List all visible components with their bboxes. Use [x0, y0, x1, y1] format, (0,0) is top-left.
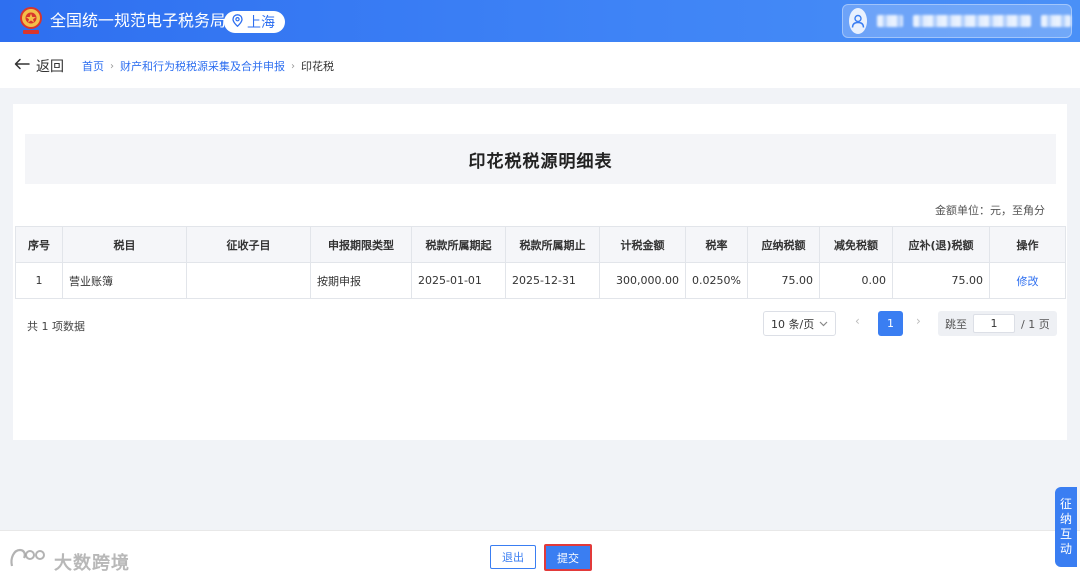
watermark-logo-icon	[8, 546, 48, 577]
jump-label: 跳至	[945, 317, 967, 331]
location-selector[interactable]: 上海	[224, 11, 285, 33]
amount-unit-note: 金额单位：元，至角分	[935, 204, 1045, 217]
column-header: 税款所属期止	[505, 226, 600, 263]
interaction-side-tab[interactable]: 征 纳 互 动	[1055, 487, 1077, 567]
breadcrumb-declaration[interactable]: 财产和行为税税源采集及合并申报	[120, 58, 285, 74]
cell-period-start: 2025-01-01	[411, 262, 506, 299]
footer-bar	[0, 530, 1080, 580]
jump-page-input[interactable]: 1	[973, 314, 1015, 333]
side-tab-char: 征	[1059, 497, 1072, 511]
chevron-right-icon: ›	[291, 60, 295, 72]
side-tab-char: 纳	[1059, 512, 1072, 526]
column-header: 税款所属期起	[411, 226, 506, 263]
cell-taxable-amount: 300,000.00	[599, 262, 686, 299]
cell-tax-rate: 0.0250%	[685, 262, 748, 299]
column-header: 减免税额	[819, 226, 893, 263]
prev-page-icon[interactable]: ‹	[855, 314, 860, 328]
page-size-value: 10 条/页	[771, 317, 815, 331]
tax-source-table: 序号 税目 征收子目 申报期限类型 税款所属期起 税款所属期止 计税金额 税率 …	[15, 226, 1066, 299]
breadcrumb-home[interactable]: 首页	[82, 58, 104, 74]
edit-link[interactable]: 修改	[1017, 275, 1039, 288]
cell-tax-item: 营业账簿	[62, 262, 187, 299]
page-jump: 跳至 1 / 1 页	[938, 311, 1057, 336]
watermark: 大数跨境	[8, 546, 130, 577]
cell-tax-due: 75.00	[892, 262, 990, 299]
table-row: 1 营业账簿 按期申报 2025-01-01 2025-12-31 300,00…	[15, 262, 1066, 299]
user-avatar-icon	[849, 8, 867, 34]
next-page-icon[interactable]: ›	[916, 314, 921, 328]
form-title: 印花税税源明细表	[468, 151, 613, 172]
chevron-right-icon: ›	[110, 60, 114, 72]
app-title: 全国统一规范电子税务局	[50, 11, 227, 30]
cell-period-end: 2025-12-31	[505, 262, 600, 299]
main-panel: 印花税税源明细表 金额单位：元，至角分 序号 税目 征收子目 申报期限类型 税款…	[13, 104, 1067, 440]
column-header: 操作	[989, 226, 1066, 263]
location-label: 上海	[247, 15, 275, 31]
column-header: 申报期限类型	[310, 226, 412, 263]
location-pin-icon	[232, 13, 243, 31]
watermark-text: 大数跨境	[54, 552, 130, 574]
back-button[interactable]: 返回	[14, 56, 64, 76]
column-header: 计税金额	[599, 226, 686, 263]
column-header: 税率	[685, 226, 748, 263]
side-tab-char: 互	[1059, 527, 1072, 541]
cell-index: 1	[15, 262, 63, 299]
page-size-select[interactable]: 10 条/页	[763, 311, 836, 336]
cell-sub-item	[186, 262, 311, 299]
back-label: 返回	[36, 59, 64, 75]
breadcrumb-current: 印花税	[301, 60, 334, 73]
exit-button[interactable]: 退出	[490, 545, 536, 569]
arrow-left-icon	[14, 58, 30, 74]
column-header: 应补(退)税额	[892, 226, 990, 263]
submit-button[interactable]: 提交	[544, 544, 592, 571]
page-number-current[interactable]: 1	[878, 311, 903, 336]
total-count: 共 1 项数据	[27, 320, 85, 333]
user-id-redacted	[1041, 15, 1071, 27]
cell-period-type: 按期申报	[310, 262, 412, 299]
column-header: 税目	[62, 226, 187, 263]
national-emblem-icon	[18, 6, 44, 36]
user-name-redacted	[877, 15, 903, 27]
breadcrumb-bar: 返回 首页 › 财产和行为税税源采集及合并申报 › 印花税	[0, 42, 1080, 88]
total-pages-label: / 1 页	[1021, 317, 1050, 331]
breadcrumb: 首页 › 财产和行为税税源采集及合并申报 › 印花税	[82, 58, 334, 74]
table-header-row: 序号 税目 征收子目 申报期限类型 税款所属期起 税款所属期止 计税金额 税率 …	[15, 226, 1066, 263]
side-tab-char: 动	[1059, 542, 1072, 556]
cell-tax-relief: 0.00	[819, 262, 893, 299]
company-name-redacted	[913, 15, 1031, 27]
chevron-down-icon	[819, 317, 828, 330]
column-header: 征收子目	[186, 226, 311, 263]
user-menu[interactable]	[842, 4, 1072, 38]
column-header: 序号	[15, 226, 63, 263]
cell-action: 修改	[989, 262, 1066, 299]
form-title-box: 印花税税源明细表	[25, 134, 1056, 184]
cell-tax-payable: 75.00	[747, 262, 820, 299]
top-header: 全国统一规范电子税务局 上海	[0, 0, 1080, 42]
column-header: 应纳税额	[747, 226, 820, 263]
